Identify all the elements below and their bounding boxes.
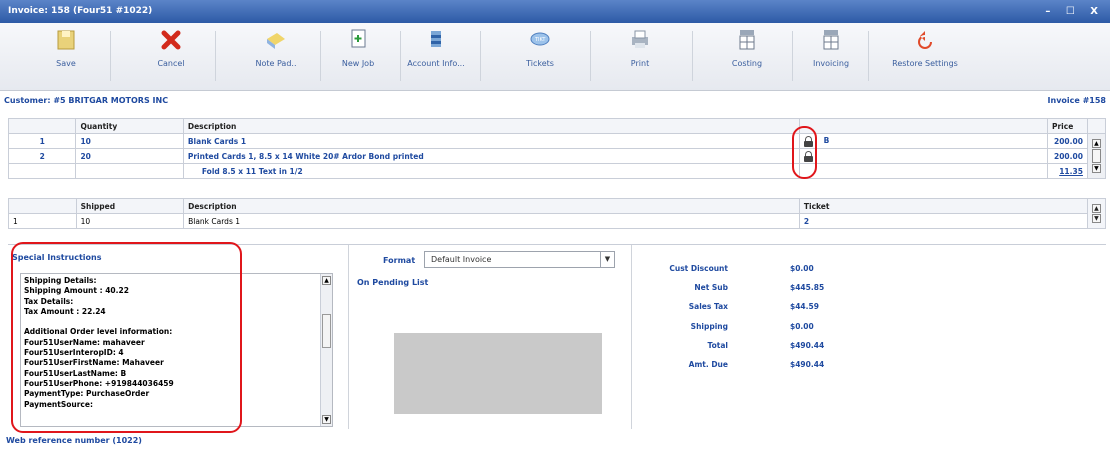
items-scrollbar[interactable]: ▲ ▼ <box>1086 133 1107 179</box>
cust-discount-label: Cust Discount <box>669 264 728 273</box>
col-quantity: Quantity <box>75 118 184 134</box>
net-sub-label: Net Sub <box>694 283 728 293</box>
window-controls[interactable]: – ☐ X <box>1045 0 1104 23</box>
col-shipped: Shipped <box>75 198 185 214</box>
col-ship-description: Description <box>183 198 800 214</box>
tickets-button[interactable]: TIKT Tickets <box>500 27 580 85</box>
line-items-table: Quantity Description Price 1 10 Blank Ca… <box>7 118 1107 179</box>
invoicing-icon <box>823 30 839 50</box>
lock-highlight <box>792 126 817 179</box>
costing-icon <box>739 30 755 50</box>
print-button[interactable]: Print <box>600 27 680 85</box>
account-info-icon <box>431 31 441 47</box>
new-job-icon <box>351 29 366 48</box>
toolbar: Save Cancel Note Pad.. New Job Account I… <box>0 23 1110 91</box>
total-value: $490.44 <box>790 340 825 350</box>
table-row[interactable]: Fold 8.5 x 11 Text in 1/2 11.35 <box>7 163 1106 179</box>
account-info-button[interactable]: Account Info... <box>396 27 476 85</box>
save-icon <box>57 30 75 50</box>
svg-text:TIKT: TIKT <box>534 37 546 43</box>
col-price: Price <box>1046 118 1088 134</box>
table-row[interactable]: 2 20 Printed Cards 1, 8.5 x 14 White 20#… <box>7 148 1106 164</box>
table-row[interactable]: 1 10 Blank Cards 1 B 200.00 ▲ ▼ <box>7 133 1107 179</box>
notepad-icon <box>267 33 285 49</box>
col-num <box>7 118 77 134</box>
amount-due-value: $490.44 <box>790 359 825 369</box>
tickets-icon: TIKT <box>530 32 550 46</box>
special-instructions-scrollbar[interactable]: ▲ ▼ <box>320 274 332 426</box>
new-job-button[interactable]: New Job <box>318 27 398 85</box>
total-label: Total <box>707 340 729 350</box>
cust-discount-value: $0.00 <box>790 264 814 273</box>
net-sub-value: $445.85 <box>790 283 825 293</box>
col-extra <box>799 118 1048 134</box>
pending-list-link[interactable]: On Pending List <box>357 278 428 287</box>
format-label: Format <box>383 256 416 265</box>
invoice-number: Invoice #158 <box>1047 96 1106 105</box>
col-description: Description <box>182 118 801 134</box>
cancel-button[interactable]: Cancel <box>131 27 211 85</box>
window-titlebar: Invoice: 158 (Four51 #1022) – ☐ X <box>0 0 1110 23</box>
costing-button[interactable]: Costing <box>707 27 787 85</box>
web-reference: Web reference number (1022) <box>6 436 142 445</box>
chevron-down-icon[interactable]: ▼ <box>600 252 614 267</box>
sales-tax-label: Sales Tax <box>688 302 728 312</box>
format-select[interactable]: Default Invoice ▼ <box>424 251 615 268</box>
col-ticket: Ticket <box>798 198 1088 214</box>
customer-label[interactable]: Customer: #5 BRITGAR MOTORS INC <box>4 96 168 105</box>
shipments-table: Shipped Description Ticket ▲ ▼ 1 10 Blank… <box>8 198 1107 229</box>
note-pad-button[interactable]: Note Pad.. <box>236 27 316 85</box>
printer-icon <box>632 30 648 48</box>
restore-icon <box>918 31 932 49</box>
invoice-preview <box>394 333 602 414</box>
invoicing-button[interactable]: Invoicing <box>791 27 871 85</box>
cancel-icon <box>161 30 181 50</box>
instructions-highlight <box>11 242 242 433</box>
restore-settings-button[interactable]: Restore Settings <box>875 27 975 85</box>
totals-panel: Cust Discount $0.00 Net Sub $445.85 Sales … <box>648 264 848 379</box>
amount-due-label: Amt. Due <box>688 359 728 369</box>
shipments-scrollbar[interactable]: ▲ ▼ <box>1086 198 1107 229</box>
shipping-value: $0.00 <box>790 321 814 331</box>
window-title: Invoice: 158 (Four51 #1022) <box>8 6 153 16</box>
save-button[interactable]: Save <box>26 27 106 85</box>
shipping-label: Shipping <box>690 321 728 331</box>
sales-tax-value: $44.59 <box>790 302 819 312</box>
table-row[interactable]: 1 10 Blank Cards 1 2 <box>8 213 1106 229</box>
